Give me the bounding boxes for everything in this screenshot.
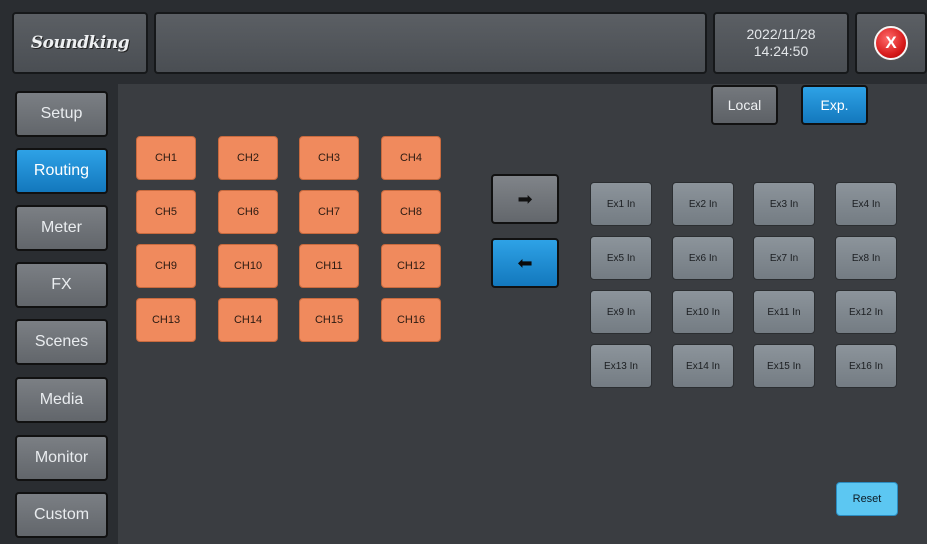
clock: 2022/11/28 14:24:50 (713, 12, 849, 74)
ex-input-button-8[interactable]: Ex8 In (835, 236, 897, 280)
sidebar-item-setup[interactable]: Setup (15, 91, 108, 137)
routing-panel: Local Exp. CH1 CH2 CH3 CH4 CH5 CH6 CH7 C… (118, 84, 927, 544)
logo-panel: Soundking (12, 12, 148, 74)
channel-button-15[interactable]: CH15 (299, 298, 359, 342)
ex-input-button-3[interactable]: Ex3 In (753, 182, 815, 226)
sidebar-item-meter[interactable]: Meter (15, 205, 108, 251)
ex-input-button-13[interactable]: Ex13 In (590, 344, 652, 388)
logo: Soundking (30, 33, 130, 53)
channel-button-10[interactable]: CH10 (218, 244, 278, 288)
channel-button-14[interactable]: CH14 (218, 298, 278, 342)
sidebar-item-label: Custom (33, 506, 90, 523)
sidebar-item-label: Monitor (34, 449, 89, 466)
channel-button-4[interactable]: CH4 (381, 136, 441, 180)
date-text: 2022/11/28 (746, 26, 816, 42)
sidebar-item-label: Meter (41, 219, 82, 236)
ex-input-button-2[interactable]: Ex2 In (672, 182, 734, 226)
close-icon: X (885, 33, 897, 52)
channel-button-13[interactable]: CH13 (136, 298, 196, 342)
channel-button-7[interactable]: CH7 (299, 190, 359, 234)
route-right-button[interactable]: ➡ (491, 174, 559, 224)
sidebar: Setup Routing Meter FX Scenes Media Moni… (0, 84, 114, 544)
sidebar-item-label: Routing (33, 162, 90, 179)
sidebar-item-routing[interactable]: Routing (15, 148, 108, 194)
ex-input-button-9[interactable]: Ex9 In (590, 290, 652, 334)
channel-button-1[interactable]: CH1 (136, 136, 196, 180)
sidebar-item-custom[interactable]: Custom (15, 492, 108, 538)
channel-button-12[interactable]: CH12 (381, 244, 441, 288)
arrow-right-icon: ➡ (517, 188, 533, 209)
ex-input-button-11[interactable]: Ex11 In (753, 290, 815, 334)
route-left-button[interactable]: ⬅ (491, 238, 559, 288)
ex-input-button-15[interactable]: Ex15 In (753, 344, 815, 388)
ex-input-button-10[interactable]: Ex10 In (672, 290, 734, 334)
channel-button-11[interactable]: CH11 (299, 244, 359, 288)
ex-input-button-6[interactable]: Ex6 In (672, 236, 734, 280)
title-bar (154, 12, 707, 74)
channel-button-9[interactable]: CH9 (136, 244, 196, 288)
sidebar-item-monitor[interactable]: Monitor (15, 435, 108, 481)
ex-input-button-5[interactable]: Ex5 In (590, 236, 652, 280)
local-mode-button[interactable]: Local (711, 85, 778, 125)
time-text: 14:24:50 (753, 43, 809, 59)
channel-button-2[interactable]: CH2 (218, 136, 278, 180)
channel-button-16[interactable]: CH16 (381, 298, 441, 342)
sidebar-item-fx[interactable]: FX (15, 262, 108, 308)
sidebar-item-label: Scenes (34, 333, 89, 350)
close-panel: X (855, 12, 927, 74)
sidebar-item-scenes[interactable]: Scenes (15, 319, 108, 365)
ex-input-button-4[interactable]: Ex4 In (835, 182, 897, 226)
close-button[interactable]: X (874, 26, 908, 60)
ex-input-button-16[interactable]: Ex16 In (835, 344, 897, 388)
channel-button-8[interactable]: CH8 (381, 190, 441, 234)
channel-button-3[interactable]: CH3 (299, 136, 359, 180)
sidebar-item-media[interactable]: Media (15, 377, 108, 423)
reset-button[interactable]: Reset (836, 482, 898, 516)
sidebar-item-label: FX (51, 276, 72, 293)
exp-mode-button[interactable]: Exp. (801, 85, 868, 125)
ex-input-button-1[interactable]: Ex1 In (590, 182, 652, 226)
ex-input-button-12[interactable]: Ex12 In (835, 290, 897, 334)
ex-input-button-7[interactable]: Ex7 In (753, 236, 815, 280)
sidebar-item-label: Media (39, 391, 84, 408)
channel-button-5[interactable]: CH5 (136, 190, 196, 234)
channel-button-6[interactable]: CH6 (218, 190, 278, 234)
sidebar-item-label: Setup (40, 105, 83, 122)
arrow-left-icon: ⬅ (517, 252, 533, 273)
ex-input-button-14[interactable]: Ex14 In (672, 344, 734, 388)
